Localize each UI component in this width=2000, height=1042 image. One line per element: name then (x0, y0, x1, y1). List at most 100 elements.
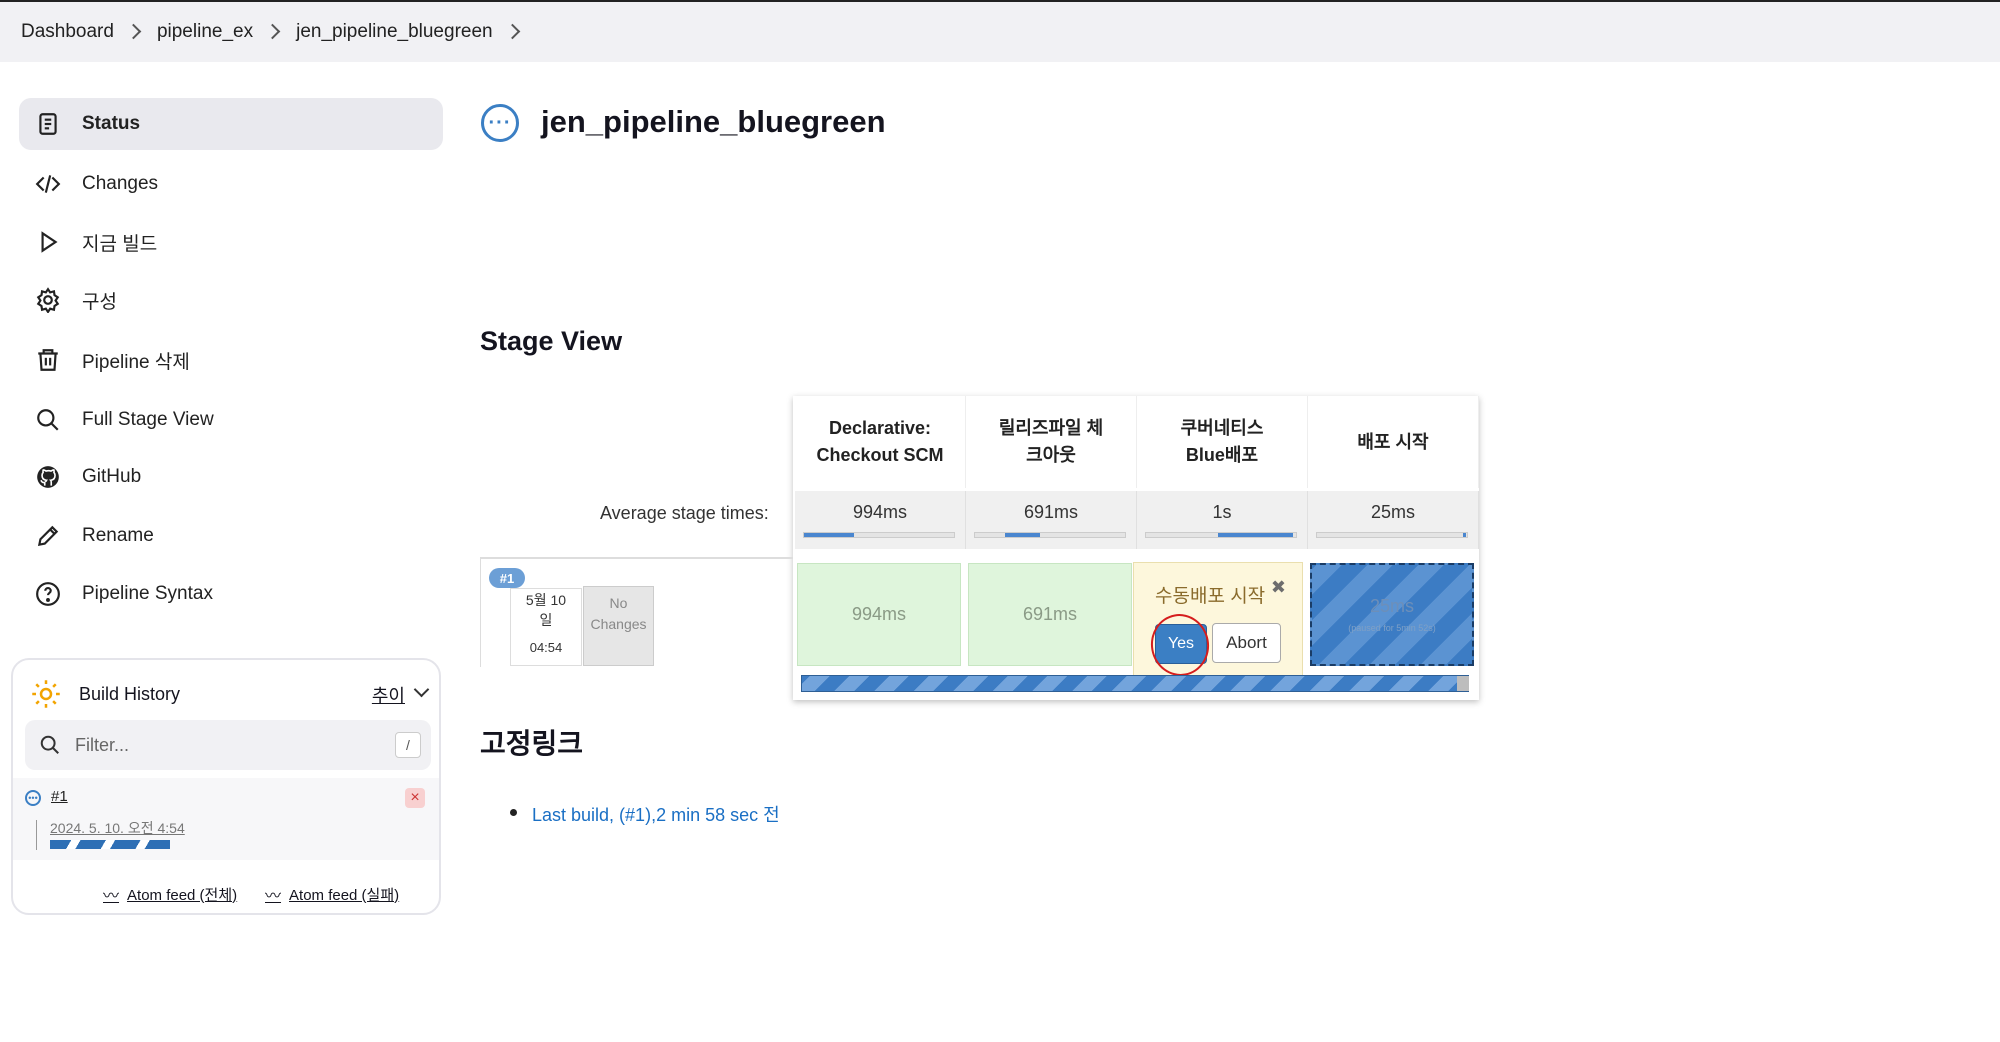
cancel-build-icon[interactable]: × (405, 788, 425, 808)
no-changes-box: No Changes (583, 586, 654, 666)
build-date[interactable]: 2024. 5. 10. 오전 4:54 (50, 818, 185, 838)
sidebar-item-full-stage-view[interactable]: Full Stage View (19, 394, 443, 446)
avg-time-value: 25ms (1370, 502, 1415, 522)
avg-time-cell: 691ms (966, 491, 1137, 549)
input-prompt-message: 수동배포 시작 (1155, 586, 1266, 607)
keyboard-shortcut-hint: / (395, 732, 421, 758)
atom-feed-all-link[interactable]: 〰 Atom feed (전체) (103, 882, 237, 906)
avg-time-fill (1218, 533, 1293, 537)
pencil-icon (33, 521, 63, 551)
breadcrumb-job[interactable]: jen_pipeline_bluegreen (296, 21, 493, 43)
gear-icon (33, 285, 63, 315)
avg-time-value: 1s (1212, 502, 1232, 522)
avg-time-fill (1463, 533, 1466, 537)
sidebar-item-delete-pipeline[interactable]: Pipeline 삭제 (19, 334, 443, 386)
stage-view-title: Stage View (480, 326, 623, 356)
stage-name-line: Declarative: (828, 418, 932, 438)
avg-time-fill (1005, 533, 1040, 537)
atom-feed-failed-link[interactable]: 〰 Atom feed (실패) (265, 882, 399, 906)
build-history-panel: Build History 추이 Filter... / ••• #1 × 20… (11, 658, 441, 915)
no-changes-line: Changes (590, 616, 647, 632)
sidebar-item-build-now[interactable]: 지금 빌드 (19, 216, 443, 268)
chevron-right-icon (125, 23, 142, 39)
trash-icon (33, 345, 63, 375)
search-icon (39, 734, 61, 756)
permalinks-title: 고정링크 (480, 728, 584, 759)
no-changes-line: No (609, 595, 628, 611)
build-number-link[interactable]: #1 (51, 788, 68, 805)
sidebar-item-label: Changes (82, 173, 159, 194)
stage-name-line: 쿠버네티스 (1180, 418, 1264, 438)
build-history-row[interactable]: ••• #1 × 2024. 5. 10. 오전 4:54 (13, 778, 439, 860)
atom-feed-all-label: Atom feed (전체) (127, 886, 238, 904)
sidebar-item-rename[interactable]: Rename (19, 510, 443, 562)
avg-time-track (974, 532, 1126, 538)
search-icon (33, 405, 63, 435)
average-stage-times-label: Average stage times: (600, 503, 769, 523)
stage-header-deploy-start: 배포 시작 (1308, 396, 1479, 488)
sidebar-item-label: Rename (82, 525, 154, 546)
build-row-divider (480, 557, 793, 559)
stage-header-k8s-blue: 쿠버네티스 Blue배포 (1137, 396, 1308, 488)
rss-icon: 〰 (103, 888, 120, 905)
sidebar-item-label: Status (82, 113, 141, 134)
sidebar-item-github[interactable]: GitHub (19, 451, 443, 503)
abort-button[interactable]: Abort (1212, 623, 1281, 663)
build-row-rule (480, 557, 481, 667)
breadcrumb: Dashboard pipeline_ex jen_pipeline_blueg… (0, 0, 2000, 62)
chevron-right-icon[interactable] (504, 23, 520, 39)
avg-time-cell: 25ms (1308, 491, 1479, 549)
sidebar-item-label: Full Stage View (82, 409, 214, 430)
avg-time-value: 691ms (1023, 502, 1079, 522)
in-progress-icon: ••• (25, 790, 41, 806)
stage-run-cell-paused[interactable]: 25ms (paused for 5min 52s) (1310, 563, 1474, 666)
code-icon (33, 169, 63, 199)
sidebar-item-label: Pipeline 삭제 (82, 351, 190, 373)
sidebar-item-label: 지금 빌드 (82, 233, 158, 255)
stage-name-line: 크아웃 (1026, 445, 1076, 465)
build-date-line: 5월 10 (525, 592, 567, 608)
status-icon (33, 109, 63, 139)
build-filter-field[interactable]: Filter... / (25, 720, 431, 770)
timeline-line (36, 820, 37, 850)
stage-name-line: 릴리즈파일 체 (998, 418, 1104, 438)
stage-name-line: Blue배포 (1185, 445, 1259, 465)
bullet (510, 809, 517, 816)
stage-header-release-checkout: 릴리즈파일 체크아웃 (966, 396, 1137, 488)
stage-run-cell-success[interactable]: 994ms (797, 563, 961, 666)
build-date-line: 일 (539, 611, 553, 628)
sidebar-item-changes[interactable]: Changes (19, 158, 443, 210)
stage-header-checkout: Declarative: Checkout SCM (795, 396, 966, 488)
sidebar-item-pipeline-syntax[interactable]: Pipeline Syntax (19, 568, 443, 620)
avg-time-track (803, 532, 955, 538)
permalink-last-build[interactable]: Last build, (#1),2 min 58 sec 전 (532, 801, 780, 827)
stage-run-cell-success[interactable]: 691ms (968, 563, 1132, 666)
sun-icon (31, 679, 61, 709)
build-history-title: Build History (79, 683, 181, 704)
breadcrumb-dashboard[interactable]: Dashboard (21, 21, 114, 43)
build-progress-bar (50, 840, 170, 849)
close-icon[interactable]: ✖ (1271, 577, 1286, 598)
sidebar-item-configure[interactable]: 구성 (19, 274, 443, 326)
breadcrumb-pipeline-ex[interactable]: pipeline_ex (157, 21, 253, 43)
build-badge[interactable]: #1 (489, 568, 525, 588)
help-icon (33, 579, 63, 609)
trend-link[interactable]: 추이 (372, 682, 405, 708)
stage-paused-note: (paused for 5min 52s) (1348, 623, 1436, 633)
pipeline-progress-bar (801, 675, 1469, 692)
github-icon (33, 462, 63, 492)
sidebar-item-label: 구성 (82, 291, 117, 313)
avg-time-track (1316, 532, 1468, 538)
avg-time-value: 994ms (852, 502, 908, 522)
avg-time-fill (804, 533, 854, 537)
atom-feed-failed-label: Atom feed (실패) (289, 886, 400, 904)
sidebar-item-status[interactable]: Status (19, 98, 443, 150)
stage-run-time: 25ms (1369, 596, 1414, 616)
chevron-right-icon (264, 23, 281, 39)
avg-time-cell: 1s (1137, 491, 1308, 549)
in-progress-icon: ··· (481, 104, 519, 142)
build-filter-placeholder: Filter... (75, 734, 130, 755)
sidebar-item-label: GitHub (82, 466, 142, 487)
build-time: 04:54 (529, 640, 563, 655)
avg-time-cell: 994ms (795, 491, 966, 549)
